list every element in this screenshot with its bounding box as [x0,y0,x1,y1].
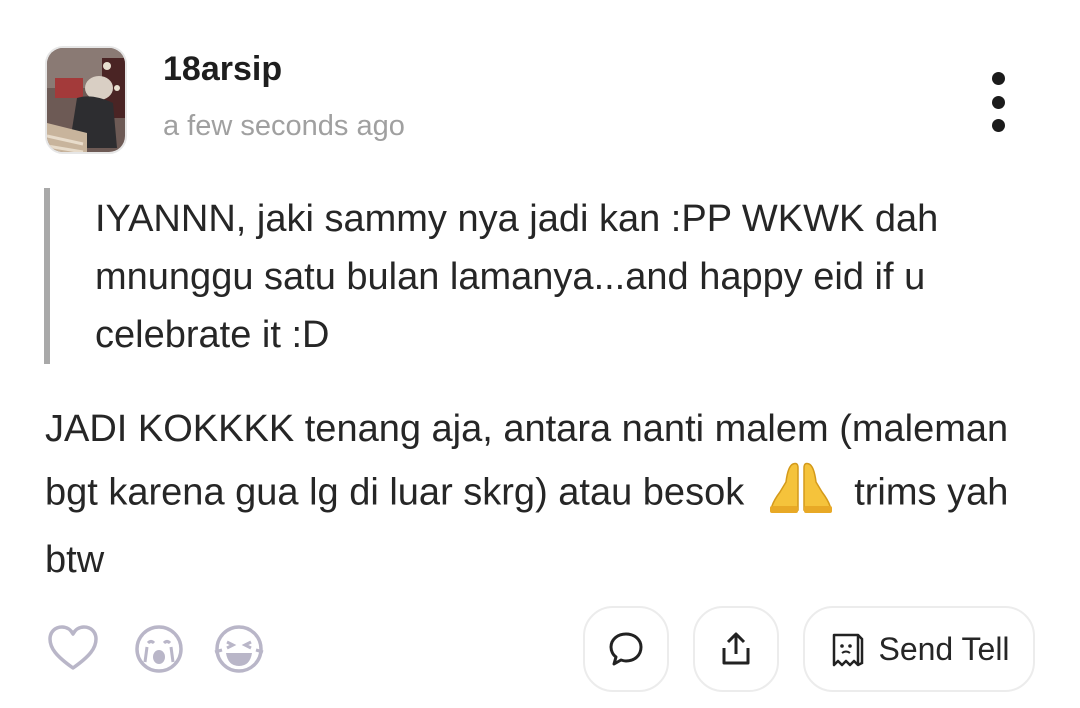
quoted-message: IYANNN, jaki sammy nya jadi kan :PP WKWK… [44,188,1034,364]
username[interactable]: 18arsip [163,50,282,89]
folded-hands-emoji [766,458,836,531]
send-tell-icon [833,633,864,667]
comment-button[interactable] [583,606,669,692]
avatar[interactable] [45,46,127,154]
quoted-message-text: IYANNN, jaki sammy nya jadi kan :PP WKWK… [95,198,939,356]
more-dot [991,119,1005,132]
more-options-icon[interactable] [970,66,1026,138]
reply-message: JADI KOKKKK tenang aja, antara nanti mal… [45,400,1035,589]
comment-icon [609,632,643,666]
post-timestamp: a few seconds ago [163,110,405,142]
share-button[interactable] [693,606,779,692]
more-dot [991,95,1005,109]
send-tell-label: Send Tell [878,630,1010,667]
heart-icon[interactable] [46,622,100,676]
send-tell-button[interactable]: Send Tell [803,606,1035,692]
share-icon [722,632,750,665]
laughing-face-icon[interactable] [212,622,266,676]
crying-face-icon[interactable] [132,622,186,676]
avatar-photo [47,48,125,152]
more-dot [991,72,1005,85]
